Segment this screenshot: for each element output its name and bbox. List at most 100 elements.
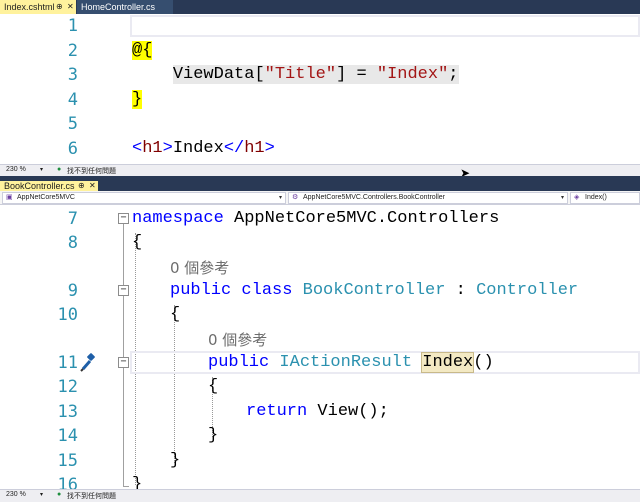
brace: { (132, 233, 143, 252)
code-line: 6 <h1>Index</h1> (0, 137, 640, 162)
line-number: 12 (57, 377, 78, 397)
tab-index-cshtml[interactable]: Index.cshtml ⊕ ✕ (0, 0, 76, 14)
line-number: 3 (67, 65, 78, 85)
code-line: 14 } (0, 424, 640, 449)
brace: { (170, 305, 181, 324)
code-line: 2 @{ (0, 39, 640, 64)
line-number: 1 (67, 16, 78, 36)
type-dropdown[interactable]: ⚙ AppNetCore5MVC.Controllers.BookControl… (288, 192, 568, 204)
public-keyword: public (170, 281, 232, 300)
top-tab-strip: Index.cshtml ⊕ ✕ HomeController.cs (0, 0, 640, 14)
razor-block-close: } (132, 89, 143, 109)
line-number: 7 (67, 209, 78, 229)
class-keyword: class (241, 281, 293, 300)
tag-open-bracket: < (132, 138, 143, 158)
line-number: 9 (67, 281, 78, 301)
top-code-editor[interactable]: 1 2 @{ 3 ViewData["Title"] = "Index"; 4 … (0, 14, 640, 164)
code-line: 10 { (0, 303, 640, 328)
code-line: 16 } (0, 473, 640, 489)
namespace-name: AppNetCore5MVC.Controllers (223, 209, 500, 228)
method-name[interactable]: Index (421, 352, 475, 373)
title-key-string: "Title" (264, 65, 337, 84)
code-line: 15 } (0, 449, 640, 474)
member-dropdown[interactable]: ◈ Index() (570, 192, 640, 204)
method-icon: ◈ (574, 194, 580, 201)
h1-tag: h1 (142, 138, 163, 158)
zoom-dropdown-icon[interactable]: ▾ (40, 166, 43, 173)
line-number: 15 (57, 451, 78, 471)
collapse-icon[interactable]: − (118, 357, 129, 368)
check-circle-icon: ● (57, 166, 62, 173)
brace: { (208, 377, 219, 396)
collapse-icon[interactable]: − (118, 213, 129, 224)
csharp-project-icon: ▣ (6, 194, 13, 201)
chevron-down-icon: ▾ (278, 195, 282, 201)
h1-content: Index (172, 138, 224, 158)
viewdata-identifier: ViewData (172, 65, 255, 84)
line-number: 2 (67, 40, 78, 61)
line-number: 14 (57, 426, 78, 446)
end-tag-open-bracket: </ (223, 138, 245, 158)
tab-book-controller[interactable]: BookController.cs ⊕ ✕ (0, 181, 98, 191)
collapse-icon[interactable]: − (118, 285, 129, 296)
brace: } (208, 426, 219, 445)
tag-close-bracket: > (162, 138, 173, 158)
check-circle-icon: ● (57, 491, 62, 498)
bracket-open: [ (254, 65, 265, 84)
pin-icon[interactable]: ⊕ (78, 181, 85, 191)
razor-block-open: @{ (132, 40, 153, 60)
member-name: Index() (585, 194, 607, 201)
codelens-line: 0 個參考 (0, 328, 640, 353)
line-number: 13 (57, 402, 78, 422)
zoom-level[interactable]: 230 % (6, 166, 26, 173)
codelens-references[interactable]: 0 個參考 (208, 328, 267, 352)
code-line: 11 − public IActionResult Index() (0, 351, 640, 376)
navigation-bar: ▣ AppNetCore5MVC ▾ ⚙ AppNetCore5MVC.Cont… (0, 191, 640, 205)
parentheses: () (473, 353, 494, 372)
semicolon: ; (448, 65, 459, 84)
code-line: 8 { (0, 231, 640, 256)
pin-icon[interactable]: ⊕ (56, 0, 63, 14)
type-name: AppNetCore5MVC.Controllers.BookControlle… (303, 194, 446, 201)
chevron-down-icon: ▾ (560, 195, 564, 201)
code-line: 1 (0, 14, 640, 39)
codelens-line: 0 個參考 (0, 256, 640, 281)
code-line: 5 (0, 112, 640, 137)
zoom-dropdown-icon[interactable]: ▾ (40, 491, 43, 498)
class-icon: ⚙ (292, 194, 299, 201)
base-class-name: Controller (476, 281, 579, 300)
brace: } (170, 451, 181, 470)
code-line: 9 − public class BookController : Contro… (0, 279, 640, 304)
tab-label: BookController.cs (4, 181, 75, 191)
issues-status[interactable]: 找不到任何問題 (67, 166, 116, 176)
screwdriver-icon[interactable] (80, 353, 100, 373)
namespace-keyword: namespace (132, 209, 224, 228)
project-dropdown[interactable]: ▣ AppNetCore5MVC ▾ (2, 192, 286, 204)
close-icon[interactable]: ✕ (67, 0, 74, 14)
tab-home-controller[interactable]: HomeController.cs (77, 0, 173, 14)
zoom-level[interactable]: 230 % (6, 491, 26, 498)
bottom-code-editor[interactable]: 7 − namespace AppNetCore5MVC.Controllers… (0, 205, 640, 489)
return-type: IActionResult (279, 353, 413, 372)
tab-label: Index.cshtml (4, 2, 55, 12)
return-keyword: return (246, 402, 308, 421)
code-line: 7 − namespace AppNetCore5MVC.Controllers (0, 207, 640, 232)
bottom-status-bar: 230 % ▾ ● 找不到任何問題 (0, 489, 640, 502)
line-number: 8 (67, 233, 78, 253)
project-name: AppNetCore5MVC (17, 194, 75, 201)
h1-end-tag: h1 (244, 138, 265, 158)
line-number: 10 (57, 305, 78, 325)
end-tag-close-bracket: > (264, 138, 275, 158)
class-name: BookController (302, 281, 446, 300)
close-icon[interactable]: ✕ (89, 181, 96, 191)
index-value-string: "Index" (376, 65, 449, 84)
codelens-references[interactable]: 0 個參考 (170, 256, 229, 280)
code-line: 13 return View(); (0, 400, 640, 425)
brace: } (132, 475, 143, 489)
return-expression: View(); (307, 402, 389, 421)
tab-label: HomeController.cs (81, 2, 156, 12)
colon: : (445, 281, 477, 300)
issues-status[interactable]: 找不到任何問題 (67, 491, 116, 501)
code-line: 4 } (0, 88, 640, 113)
